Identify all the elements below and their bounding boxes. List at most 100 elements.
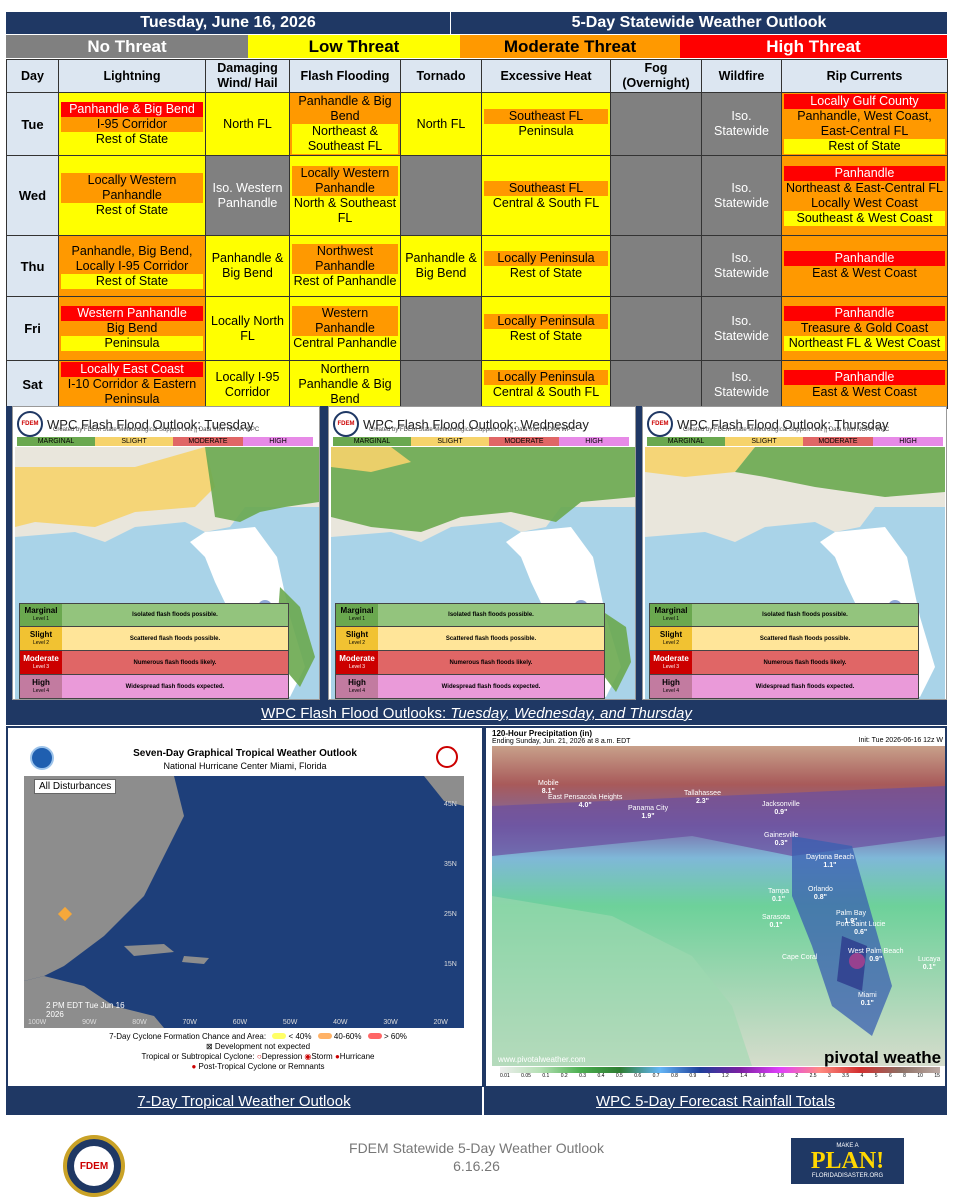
city-value: 0.1" <box>922 964 936 971</box>
flood-cell: Western Panhandle Central Panhandle <box>289 296 401 361</box>
key-label-text: High <box>348 677 366 687</box>
city-label: Panama City 1.9" <box>628 805 668 821</box>
city-label: Cape Coral <box>782 954 817 962</box>
legend-line-2: ⊠ Development not expected <box>88 1042 428 1052</box>
legend-line-1: 7-Day Cyclone Formation Chance and Area:… <box>88 1032 428 1042</box>
city-value: 0.6" <box>854 929 868 936</box>
table-row: Wed Locally Western Panhandle Rest of St… <box>6 155 948 236</box>
fdem-badge-icon: FDEM <box>17 411 43 437</box>
lightning-cell: Panhandle & Big Bend I-95 Corridor Rest … <box>58 92 206 156</box>
key-level: Level 2 <box>348 639 366 646</box>
key-text: Isolated flash floods possible. <box>378 604 604 626</box>
threat-chip: Panhandle & Big Bend <box>61 101 203 117</box>
heat-cell: Locally Peninsula Rest of State <box>481 235 611 297</box>
scale-label: 0.1 <box>542 1073 550 1079</box>
scale-label: 4 <box>860 1073 864 1079</box>
city-value: 1.9" <box>641 813 655 820</box>
col-header: Tornado <box>400 59 482 93</box>
rainfall-scale-labels: 0.01 0.05 0.1 0.2 0.3 0.4 0.5 0.6 0.7 0.… <box>500 1073 940 1079</box>
city-value: 0.1" <box>769 922 783 929</box>
threat-chip: Panhandle <box>784 369 945 385</box>
lon-label: 50W <box>282 1019 298 1026</box>
threat-chip: Central & South FL <box>484 384 608 400</box>
legend-line-1-label: 7-Day Cyclone Formation Chance and Area: <box>109 1032 267 1041</box>
wind-cell: North FL <box>205 92 290 156</box>
threat-chip: Rest of State <box>61 131 203 147</box>
legend-dep: Depression <box>261 1052 303 1061</box>
risk-bar-slight: SLIGHT <box>411 437 489 446</box>
key-label-text: Marginal <box>24 606 58 615</box>
col-header: Rip Currents <box>781 59 948 93</box>
lon-label: 90W <box>82 1019 97 1026</box>
key-text: Widespread flash floods expected. <box>378 675 604 698</box>
city-value: 0.8" <box>813 894 827 901</box>
key-label: Slight Level 2 <box>20 627 62 650</box>
pivotal-brand: pivotal weathe <box>824 1048 942 1067</box>
threat-chip: Locally Peninsula <box>484 251 608 266</box>
all-disturbances-button[interactable]: All Disturbances <box>34 779 117 794</box>
threat-chip: I-10 Corridor & Eastern Peninsula <box>61 377 203 407</box>
legend-med: 40-60% <box>333 1032 362 1041</box>
key-label: Slight Level 2 <box>336 627 378 650</box>
legend-no-threat: No Threat <box>6 35 248 58</box>
city-label: Tampa 0.1" <box>768 888 789 904</box>
flood-cell: Northwest Panhandle Rest of Panhandle <box>289 235 401 297</box>
city-label: Tallahassee 2.3" <box>684 790 721 806</box>
scale-label: 0.5 <box>615 1073 623 1079</box>
pivotal-site: www.pivotalweather.com <box>498 1055 586 1064</box>
city-label: Miami 0.1" <box>858 992 877 1008</box>
lon-label: 100W <box>28 1019 47 1026</box>
map-timestamp: 2 PM EDT Tue Jun 16 2026 <box>46 1001 125 1019</box>
threat-chip: I-95 Corridor <box>61 116 203 132</box>
threat-chip: Locally East Coast <box>61 362 203 377</box>
fdem-badge-icon: FDEM <box>333 411 359 437</box>
scale-label: 0.2 <box>560 1073 568 1079</box>
col-header: Flash Flooding <box>289 59 401 93</box>
scale-label: 1.4 <box>740 1073 748 1079</box>
key-text: Isolated flash floods possible. <box>62 604 288 626</box>
plan-url: FLORIDADISASTER.ORG <box>811 1173 884 1179</box>
threat-chip: Locally Peninsula <box>484 313 608 329</box>
rip-cell: Panhandle Treasure & Gold Coast Northeas… <box>781 296 948 361</box>
city-name: Palm Bay <box>836 910 866 917</box>
city-value: 0.3" <box>774 840 788 847</box>
flood-cell: Panhandle & Big Bend Northeast & Southea… <box>289 92 401 156</box>
threat-chip: Locally Peninsula <box>484 369 608 385</box>
key-label: Marginal Level 1 <box>650 604 692 626</box>
tornado-cell: Panhandle & Big Bend <box>400 235 482 297</box>
threat-chip: Panhandle <box>784 306 945 321</box>
key-label-text: Moderate <box>339 653 375 663</box>
lat-label: 15N <box>444 961 457 968</box>
city-label: Orlando 0.8" <box>808 886 833 902</box>
plan-word: PLAN! <box>810 1148 885 1174</box>
table-row: Thu Panhandle, Big Bend, Locally I-95 Co… <box>6 235 948 297</box>
flood-cell: Locally Western Panhandle North & Southe… <box>289 155 401 236</box>
flash-flood-panel-tuesday: FDEM WPC Flash Flood Outlook: Tuesday Cr… <box>12 406 320 700</box>
threat-chip: Panhandle, West Coast, East-Central FL <box>784 109 945 139</box>
table-row: Tue Panhandle & Big Bend I-95 Corridor R… <box>6 92 948 156</box>
threat-chip: Big Bend <box>61 321 203 336</box>
city-value: 2.3" <box>695 798 710 805</box>
panel-subtitle: Created by FDEM State Meteorological Sup… <box>683 427 890 433</box>
city-label: Daytona Beach 1.1" <box>806 854 854 870</box>
legend-low-threat: Low Threat <box>248 35 460 58</box>
risk-bar: MARGINAL SLIGHT MODERATE HIGH <box>647 437 943 446</box>
high-chance-swatch-icon <box>367 1033 382 1039</box>
header-title: 5-Day Statewide Weather Outlook <box>451 12 947 34</box>
lon-label: 80W <box>132 1019 147 1026</box>
threat-chip: Panhandle <box>784 251 945 266</box>
key-text: Widespread flash floods expected. <box>692 675 918 698</box>
key-level: Level 1 <box>32 616 50 622</box>
threat-chip: Rest of Panhandle <box>292 273 398 289</box>
caption-days: Tuesday, Wednesday, and Thursday <box>450 705 692 722</box>
key-text: Widespread flash floods expected. <box>62 675 288 698</box>
legend-line-4: ● Post-Tropical Cyclone or Remnants <box>88 1062 428 1072</box>
threat-chip: Peninsula <box>484 124 608 139</box>
scale-label: 5 <box>874 1073 878 1079</box>
col-header: Fog (Overnight) <box>610 59 702 93</box>
risk-bar: MARGINAL SLIGHT MODERATE HIGH <box>333 437 629 446</box>
day-cell: Tue <box>6 92 59 156</box>
threat-chip: Northwest Panhandle <box>292 243 398 274</box>
key-text: Scattered flash floods possible. <box>692 627 918 650</box>
city-value: 4.0" <box>578 802 592 809</box>
